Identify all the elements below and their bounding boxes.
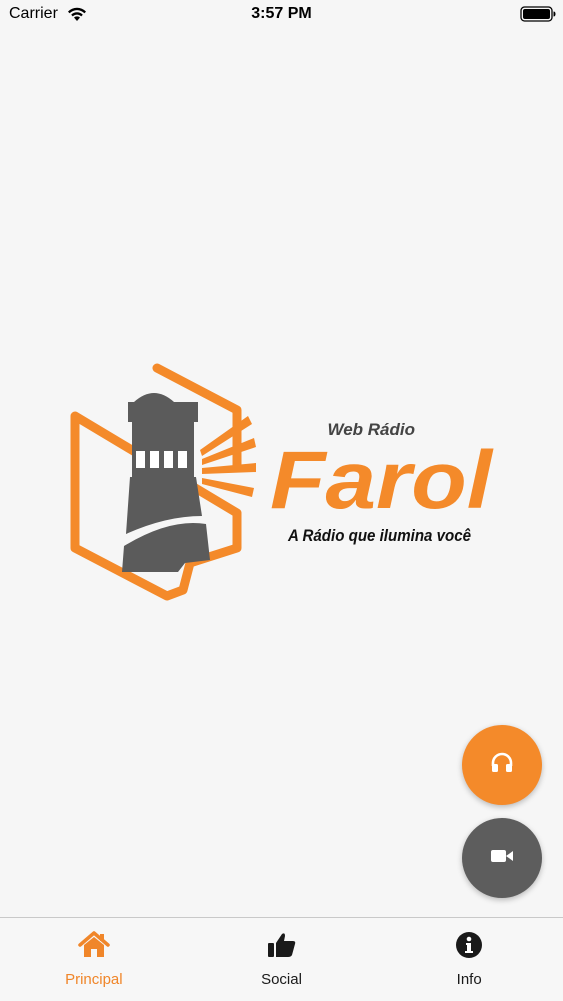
status-bar: Carrier 3:57 PM — [0, 0, 563, 30]
tab-label-info: Info — [456, 971, 482, 988]
clock: 3:57 PM — [251, 5, 312, 22]
light-rays-shape — [200, 416, 256, 497]
tab-info[interactable]: Info — [375, 918, 563, 1001]
lighthouse-icon — [122, 393, 210, 572]
tab-social[interactable]: Social — [188, 918, 376, 1001]
logo-tagline: A Rádio que ilumina você — [287, 526, 471, 545]
video-camera-icon — [490, 848, 514, 869]
tab-label-social: Social — [261, 971, 302, 988]
watch-video-button[interactable] — [462, 818, 542, 898]
logo-title: Farol — [270, 435, 494, 526]
radio-logo: Web Rádio Farol A Rádio que ilumina você — [70, 358, 500, 608]
listen-audio-button[interactable] — [462, 725, 542, 805]
headphones-icon — [490, 752, 514, 779]
tab-bar: Principal Social Info — [0, 917, 563, 1001]
tab-principal[interactable]: Principal — [0, 918, 188, 1001]
tab-label-principal: Principal — [65, 971, 123, 988]
battery-icon — [520, 6, 556, 22]
thumbs-up-icon — [265, 930, 299, 960]
home-icon — [77, 930, 111, 960]
info-icon — [452, 930, 486, 960]
